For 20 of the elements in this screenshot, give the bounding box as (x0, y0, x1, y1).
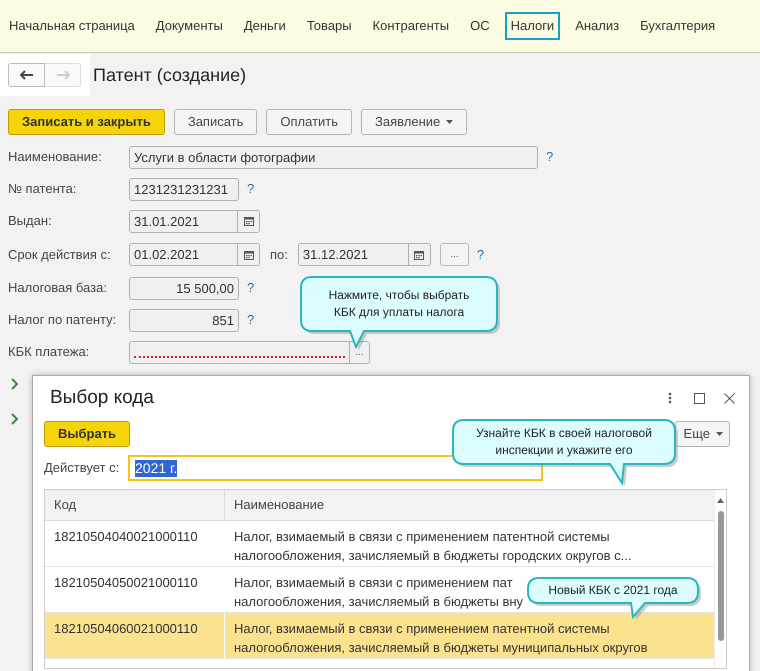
filter-label: Действует с: (44, 459, 120, 478)
field-label: Наименование: (8, 148, 103, 166)
field-label: Срок действия с: (8, 246, 112, 264)
dialog-title: Выбор кода (50, 386, 155, 410)
code-cell-text: 18210504050021000110 (53, 574, 199, 592)
callout-text: Нажмите, чтобы выбрать КБК для уплаты налога (328, 287, 470, 321)
callout-text: Новый КБК с 2021 года (547, 582, 679, 599)
name-cell-text: Налог, взимаемый в связи с применением патентной системы налогообложения, зачисляемый в бюджеты городских округов с... (233, 528, 633, 565)
field-label: Налог по патенту: (8, 311, 118, 330)
field-label: КБК платежа: (8, 343, 90, 362)
field-label: Выдан: (8, 212, 53, 230)
field-label: Налоговая база: (8, 279, 108, 298)
name-cell-text: Налог, взимаемый в связи с применением пат налогообложения, зачисляемый в бюджеты вну (233, 574, 524, 611)
to-label: по: (270, 246, 288, 264)
code-cell: 18210504060021000110 (45, 613, 225, 658)
code-cell-text: 18210504040021000110 (53, 528, 199, 546)
form-title: Патент (создание) (93, 64, 246, 87)
selected-text: 2021 г. (135, 460, 178, 476)
field-label: № патента: (8, 180, 78, 198)
name-cell-text: Налог, взимаемый в связи с применением патентной системы налогообложения, зачисляемый в бюджеты муниципальных округов (233, 620, 649, 657)
